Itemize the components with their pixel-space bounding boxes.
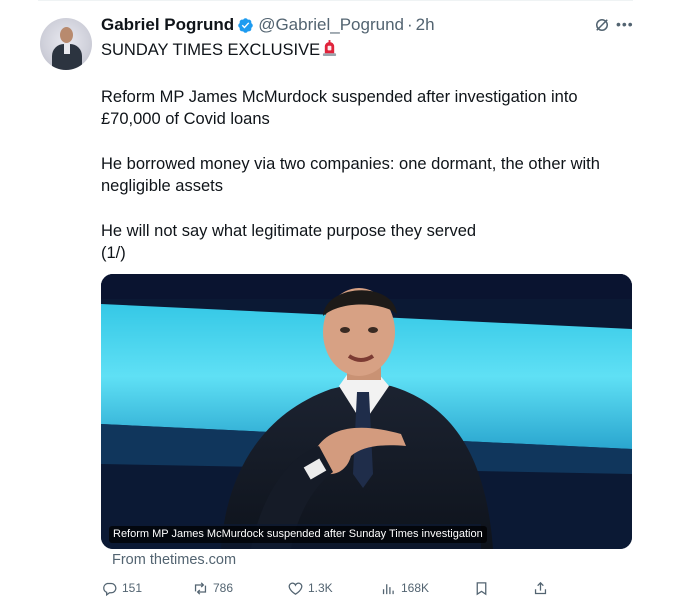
tweet-card: Gabriel Pogrund @Gabriel_Pogrund · 2h ••… (0, 0, 691, 600)
repost-icon (194, 581, 207, 595)
more-options-icon[interactable]: ••• (616, 15, 634, 33)
view-count: 168K (401, 581, 430, 595)
author-name[interactable]: Gabriel Pogrund (101, 15, 234, 35)
author-handle[interactable]: @Gabriel_Pogrund (258, 15, 404, 35)
tweet-header: Gabriel Pogrund @Gabriel_Pogrund · 2h (101, 13, 435, 37)
like-button[interactable]: 1.3K (287, 578, 333, 598)
share-button[interactable] (532, 578, 553, 598)
tweet-text-line: £70,000 of Covid loans (101, 110, 270, 128)
like-count: 1.3K (308, 581, 333, 595)
views-icon (382, 583, 394, 594)
link-source[interactable]: From thetimes.com (112, 552, 236, 568)
bookmark-icon (476, 581, 487, 595)
bookmark-button[interactable] (473, 578, 494, 598)
tweet-text-line: SUNDAY TIMES EXCLUSIVE (101, 39, 337, 61)
tweet-text-line: Reform MP James McMurdock suspended afte… (101, 88, 578, 106)
repost-count: 786 (213, 581, 234, 595)
reply-icon (103, 582, 117, 596)
tweet-media-image[interactable]: Reform MP James McMurdock suspended afte… (101, 274, 632, 549)
avatar[interactable] (40, 18, 92, 70)
verified-badge-icon (238, 17, 253, 33)
separator: · (406, 15, 413, 34)
views-button[interactable]: 168K (380, 578, 429, 598)
grok-icon[interactable] (593, 16, 611, 34)
tweet-headline: SUNDAY TIMES EXCLUSIVE (101, 41, 321, 59)
repost-button[interactable]: 786 (192, 578, 233, 598)
reply-button[interactable]: 151 (101, 578, 142, 598)
divider (38, 0, 633, 1)
police-light-emoji (323, 40, 337, 56)
tweet-text-line: (1/) (101, 244, 126, 262)
action-bar: 151 786 1.3K 168K (101, 578, 561, 598)
timestamp[interactable]: 2h (416, 15, 435, 35)
media-photo (101, 274, 632, 549)
heart-icon (288, 582, 303, 595)
reply-count: 151 (122, 581, 143, 595)
tweet-text-line: negligible assets (101, 177, 223, 195)
tweet-text-line: He borrowed money via two companies: one… (101, 155, 600, 173)
media-caption: Reform MP James McMurdock suspended afte… (109, 526, 487, 543)
share-icon (534, 581, 547, 594)
tweet-text-line: He will not say what legitimate purpose … (101, 222, 477, 240)
